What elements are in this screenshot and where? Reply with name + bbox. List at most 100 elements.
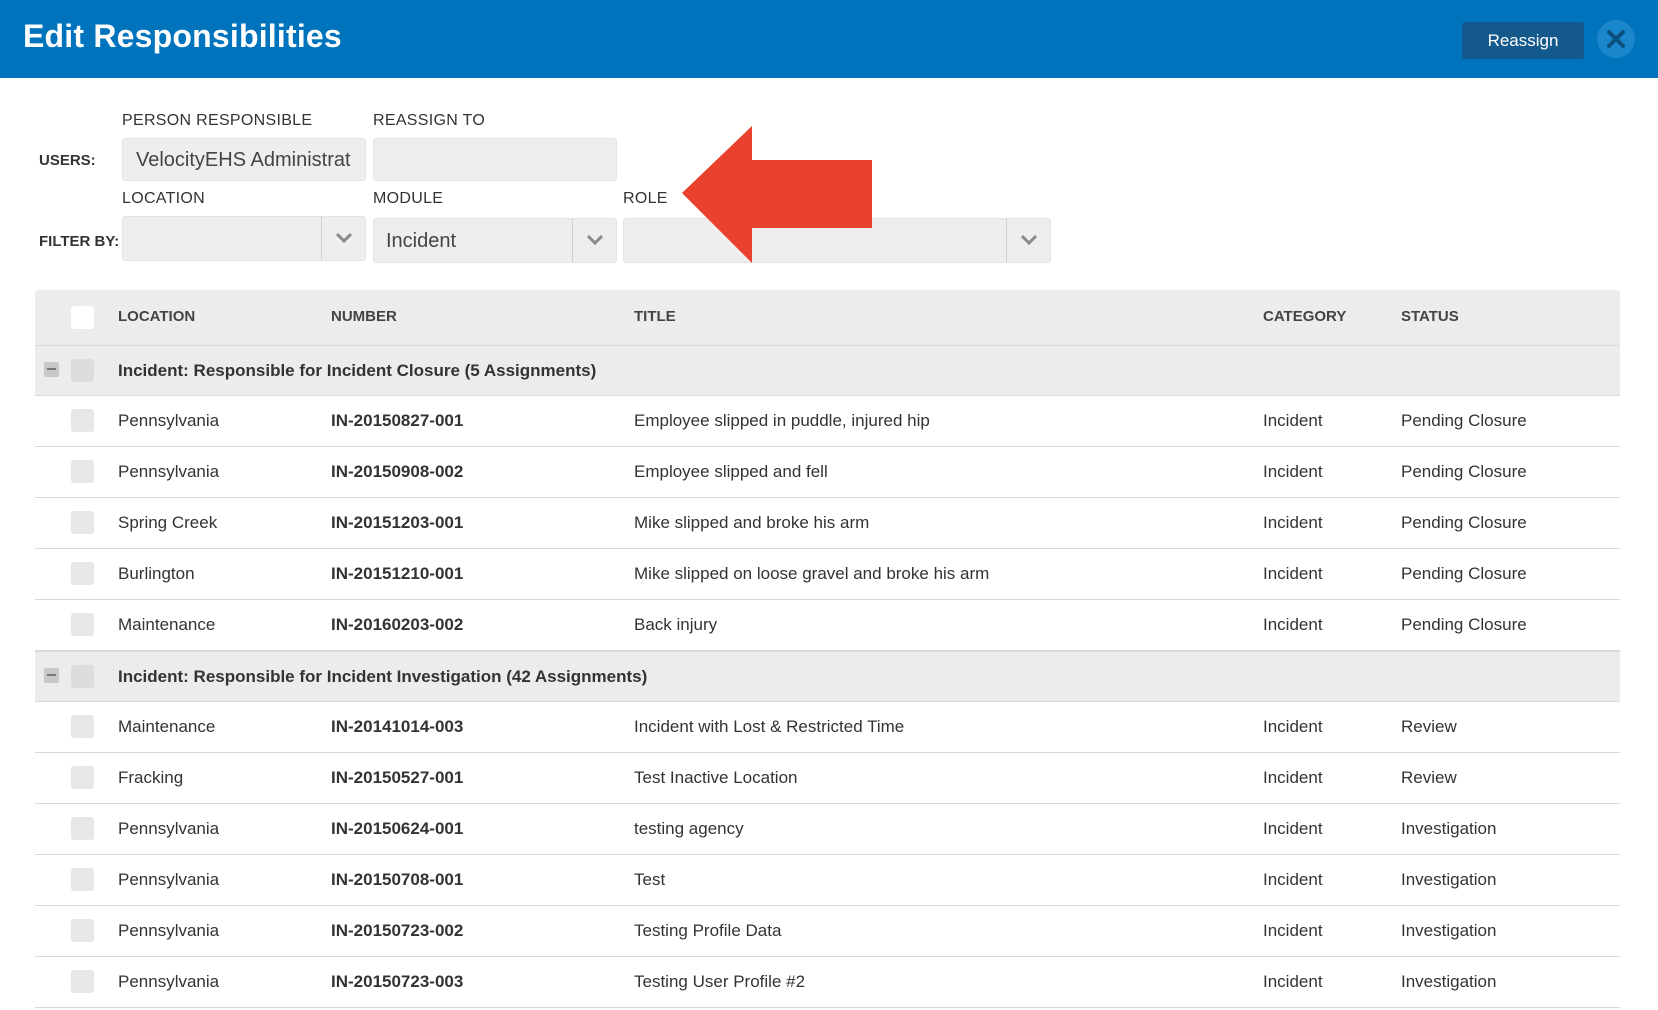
row-checkbox[interactable] (71, 511, 94, 534)
reassign-button[interactable]: Reassign (1462, 22, 1584, 59)
row-checkbox[interactable] (71, 409, 94, 432)
chevron-down-icon (335, 232, 353, 244)
cell-title: Test (634, 870, 666, 889)
cell-title: Test Inactive Location (634, 768, 798, 787)
cell-category: Incident (1263, 819, 1323, 838)
row-checkbox[interactable] (71, 766, 94, 789)
cell-category: Incident (1263, 921, 1323, 940)
group-title: Incident: Responsible for Incident Inves… (118, 667, 648, 686)
cell-location: Pennsylvania (118, 411, 220, 430)
cell-category: Incident (1263, 462, 1323, 481)
cell-number[interactable]: IN-20150527-001 (331, 768, 463, 788)
cell-title: Employee slipped in puddle, injured hip (634, 411, 930, 430)
cell-status: Pending Closure (1401, 411, 1527, 430)
cell-location: Spring Creek (118, 513, 218, 532)
module-select-value: Incident (386, 230, 457, 252)
cell-title: testing agency (634, 819, 744, 838)
cell-location: Maintenance (118, 717, 216, 736)
table-row[interactable]: Pennsylvania IN-20150624-001 testing agenc… (35, 804, 1620, 855)
table-row[interactable]: Pennsylvania IN-20150723-003 Testing User … (35, 957, 1620, 1008)
collapse-icon[interactable] (44, 668, 59, 683)
module-select[interactable]: Incident (373, 218, 617, 263)
cell-number[interactable]: IN-20150827-001 (331, 411, 463, 431)
cell-category: Incident (1263, 717, 1323, 736)
cell-status: Investigation (1401, 819, 1497, 838)
column-header-number[interactable]: NUMBER (331, 308, 397, 325)
cell-status: Investigation (1401, 870, 1497, 889)
cell-status: Pending Closure (1401, 462, 1527, 481)
cell-number[interactable]: IN-20150723-002 (331, 921, 463, 941)
row-checkbox[interactable] (71, 970, 94, 993)
cell-number[interactable]: IN-20150908-002 (331, 462, 463, 482)
group-checkbox[interactable] (71, 359, 94, 382)
cell-location: Maintenance (118, 615, 216, 634)
cell-category: Incident (1263, 411, 1323, 430)
cell-category: Incident (1263, 513, 1323, 532)
group-checkbox[interactable] (71, 665, 94, 688)
cell-title: Testing Profile Data (634, 921, 782, 940)
cell-status: Pending Closure (1401, 564, 1527, 583)
cell-number[interactable]: IN-20151203-001 (331, 513, 463, 533)
cell-category: Incident (1263, 564, 1323, 583)
cell-title: Incident with Lost & Restricted Time (634, 717, 905, 736)
person-responsible-field[interactable]: VelocityEHS Administrat (122, 138, 366, 181)
cell-title: Employee slipped and fell (634, 462, 828, 481)
cell-number[interactable]: IN-20151210-001 (331, 564, 463, 584)
dialog-header: Edit Responsibilities Reassign (0, 0, 1658, 78)
group-row[interactable]: Incident: Responsible for Incident Closu… (35, 345, 1620, 396)
location-select[interactable] (122, 216, 366, 261)
annotation-arrow-icon (682, 126, 872, 263)
group-title: Incident: Responsible for Incident Closu… (118, 361, 597, 380)
cell-category: Incident (1263, 615, 1323, 634)
row-checkbox[interactable] (71, 613, 94, 636)
cell-location: Pennsylvania (118, 870, 220, 889)
row-checkbox[interactable] (71, 817, 94, 840)
chevron-down-icon (586, 234, 604, 246)
reassign-to-label: REASSIGN TO (373, 112, 486, 129)
cell-location: Pennsylvania (118, 819, 220, 838)
cell-category: Incident (1263, 972, 1323, 991)
role-filter-label: ROLE (623, 190, 668, 207)
cell-title: Back injury (634, 615, 718, 634)
close-button[interactable] (1597, 20, 1635, 58)
table-row[interactable]: Pennsylvania IN-20150827-001 Employee slip… (35, 396, 1620, 447)
row-checkbox[interactable] (71, 919, 94, 942)
table-row[interactable]: Fracking IN-20150527-001 Test Inactive Loc… (35, 753, 1620, 804)
column-header-title[interactable]: TITLE (634, 308, 676, 325)
table-row[interactable]: Pennsylvania IN-20150908-002 Employee slip… (35, 447, 1620, 498)
table-row[interactable]: Spring Creek IN-20151203-001 Mike slipped … (35, 498, 1620, 549)
cell-number[interactable]: IN-20150624-001 (331, 819, 463, 839)
cell-number[interactable]: IN-20150723-003 (331, 972, 463, 992)
table-row[interactable]: Pennsylvania IN-20150723-002 Testing Profi… (35, 906, 1620, 957)
cell-location: Pennsylvania (118, 921, 220, 940)
table-row[interactable]: Pennsylvania IN-20150708-001 Test Incident I… (35, 855, 1620, 906)
row-checkbox[interactable] (71, 868, 94, 891)
column-header-status[interactable]: STATUS (1401, 308, 1459, 325)
select-all-checkbox[interactable] (71, 306, 94, 329)
cell-location: Burlington (118, 564, 195, 583)
reassign-to-field[interactable] (373, 138, 617, 181)
table-row[interactable]: Maintenance IN-20160203-002 Back injury Inc… (35, 600, 1620, 651)
chevron-down-icon (1020, 234, 1038, 246)
collapse-icon[interactable] (44, 362, 59, 377)
table-row[interactable]: Burlington IN-20151210-001 Mike slipped on… (35, 549, 1620, 600)
cell-number[interactable]: IN-20160203-002 (331, 615, 463, 635)
person-responsible-label: PERSON RESPONSIBLE (122, 112, 313, 129)
cell-title: Mike slipped on loose gravel and broke h… (634, 564, 990, 583)
column-header-category[interactable]: CATEGORY (1263, 308, 1346, 325)
location-filter-label: LOCATION (122, 190, 206, 207)
table-header: LOCATION NUMBER TITLE CATEGORY STATUS (35, 290, 1620, 345)
column-header-location[interactable]: LOCATION (118, 308, 195, 325)
group-row[interactable]: Incident: Responsible for Incident Inves… (35, 651, 1620, 702)
cell-status: Review (1401, 768, 1457, 787)
cell-category: Incident (1263, 870, 1323, 889)
row-checkbox[interactable] (71, 460, 94, 483)
cell-status: Pending Closure (1401, 513, 1527, 532)
module-filter-label: MODULE (373, 190, 444, 207)
cell-number[interactable]: IN-20141014-003 (331, 717, 463, 737)
cell-status: Pending Closure (1401, 615, 1527, 634)
table-row[interactable]: Maintenance IN-20141014-003 Incident with … (35, 702, 1620, 753)
cell-number[interactable]: IN-20150708-001 (331, 870, 463, 890)
row-checkbox[interactable] (71, 715, 94, 738)
row-checkbox[interactable] (71, 562, 94, 585)
